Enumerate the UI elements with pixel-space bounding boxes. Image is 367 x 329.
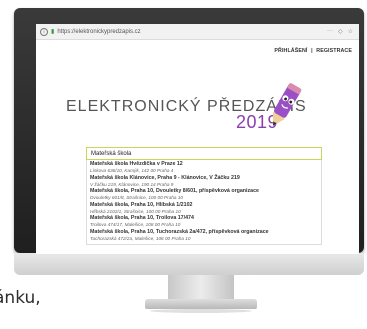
suggestion-name: Mateřská škola, Praha 10, Tuchorazská 2a… — [90, 228, 269, 235]
school-search-input[interactable]: Mateřská škola — [86, 147, 322, 160]
suggestion-item[interactable]: Mateřská škola, Praha 10, Dvouletky 8/60… — [90, 188, 321, 202]
browser-address-bar[interactable]: i ▮ https://elektronickypredzapis.cz ···… — [36, 24, 359, 40]
suggestion-item[interactable]: Mateřská škola, Praha 10, Hlíbská 1/2102… — [90, 202, 321, 216]
register-link[interactable]: REGISTRACE — [316, 48, 352, 54]
suggestion-address: Tuchorazská 472/2a, Malešice, 108 00 Pra… — [90, 235, 191, 241]
pencil-mascot-logo — [272, 83, 302, 126]
search-suggestions-dropdown: Mateřská škola Hvězdička v Praze 12 Lísk… — [86, 160, 322, 245]
monitor-screen: i ▮ https://elektronickypredzapis.cz ···… — [36, 24, 359, 254]
suggestion-name: Mateřská škola Hvězdička v Praze 12 — [90, 161, 183, 167]
info-icon[interactable]: i — [40, 27, 48, 36]
auth-links: PŘIHLÁŠENÍ | REGISTRACE — [273, 48, 353, 54]
pocket-icon[interactable]: ◇ — [338, 28, 343, 35]
bookmark-star-icon[interactable]: ☆ — [348, 28, 353, 35]
stand-shadow — [150, 309, 252, 313]
monitor-stand-foot — [145, 299, 257, 309]
auth-separator: | — [311, 48, 313, 54]
url-text[interactable]: https://elektronickypredzapis.cz — [57, 29, 140, 35]
suggestion-item[interactable]: Mateřská škola Hvězdička v Praze 12 Lísk… — [90, 161, 321, 175]
page-actions-menu-icon[interactable]: ··· — [327, 28, 333, 35]
monitor-stand-neck — [168, 275, 234, 301]
suggestion-name: Mateřská škola Klánovice, Praha 9 - Klán… — [90, 174, 240, 181]
monitor-chin — [14, 253, 364, 275]
suggestion-name: Mateřská škola, Praha 10, Hlíbská 1/2102 — [90, 201, 193, 208]
suggestion-item[interactable]: Mateřská škola, Praha 10, Tuchorazská 2a… — [90, 229, 321, 243]
login-link[interactable]: PŘIHLÁŠENÍ — [274, 48, 307, 54]
background-caption-text: ánku, — [0, 288, 41, 308]
suggestion-item[interactable]: Mateřská škola, Praha 10, Troilova 17/47… — [90, 215, 321, 229]
lock-icon: ▮ — [51, 29, 55, 35]
suggestion-item[interactable]: Mateřská škola Klánovice, Praha 9 - Klán… — [90, 175, 321, 189]
suggestion-name: Mateřská škola, Praha 10, Troilova 17/47… — [90, 215, 194, 221]
suggestion-name: Mateřská škola, Praha 10, Dvouletky 8/60… — [90, 188, 259, 194]
